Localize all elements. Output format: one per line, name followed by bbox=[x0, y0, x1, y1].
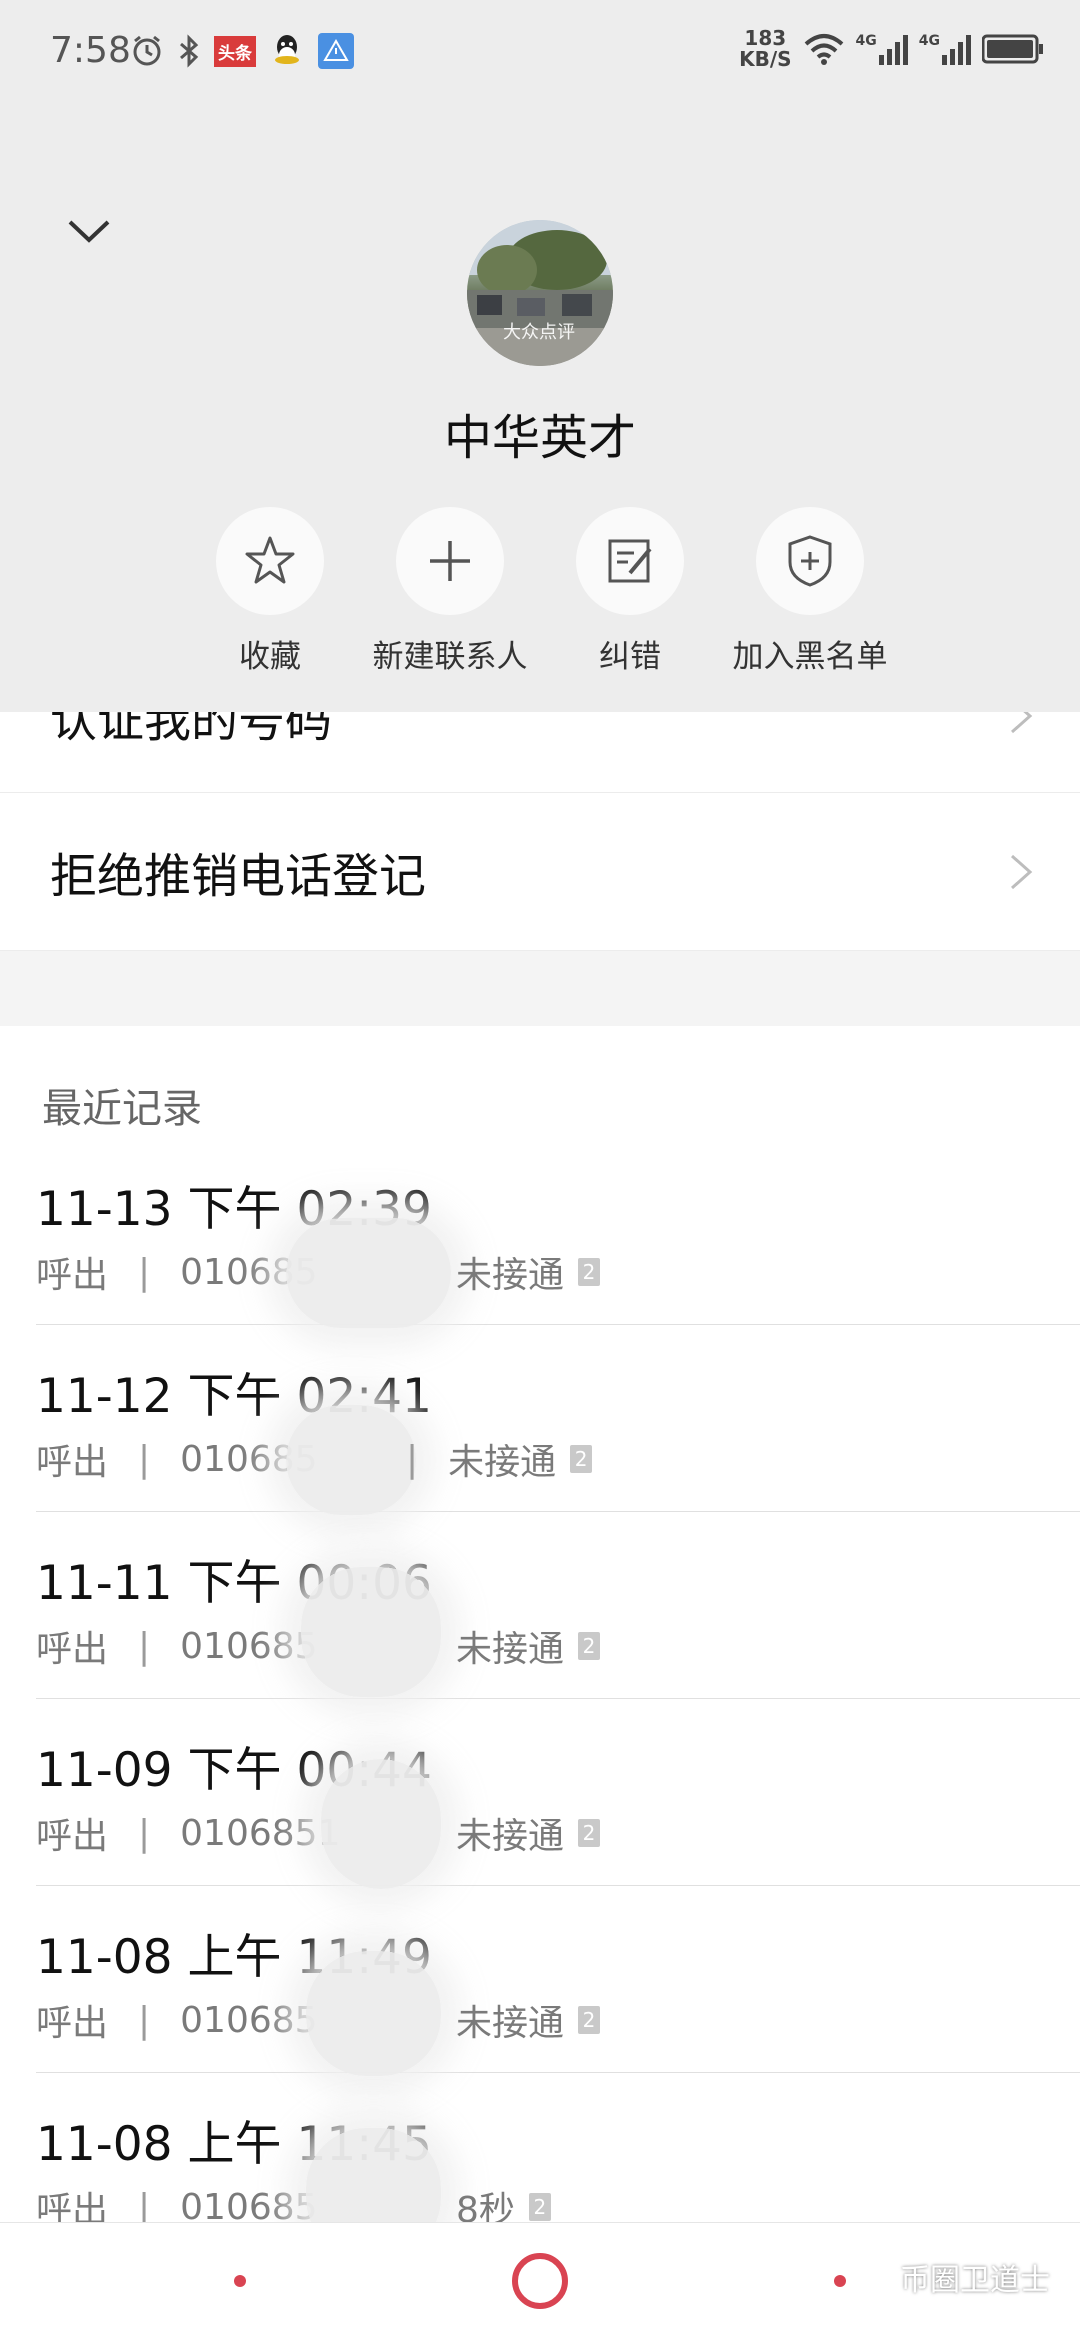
sim-badge: 2 bbox=[570, 1445, 593, 1473]
qq-icon bbox=[275, 35, 299, 64]
refuse-telemarketing-row[interactable]: 拒绝推销电话登记 bbox=[0, 793, 1080, 951]
privacy-blur bbox=[321, 1759, 441, 1889]
add-blacklist-button[interactable]: 加入黑名单 bbox=[710, 507, 910, 676]
nav-right-dot[interactable] bbox=[834, 2275, 846, 2287]
contact-header: 7:58 头条 183 KB/S 4G 4G 大众点评 中华英才 收藏 新建联系… bbox=[0, 0, 1080, 712]
call-record[interactable]: 11-13 下午 02:39 呼出 | 010685 未接通 2 bbox=[36, 1138, 1080, 1328]
privacy-blur bbox=[286, 1218, 451, 1328]
call-status: 未接通 bbox=[456, 1255, 565, 1296]
collapse-chevron-icon[interactable] bbox=[64, 212, 114, 252]
watermark: 币圈卫道士 bbox=[856, 2255, 1050, 2299]
call-number: 0106851 bbox=[180, 1812, 341, 1854]
plus-icon bbox=[430, 541, 470, 581]
edit-icon bbox=[608, 539, 652, 583]
wifi-icon bbox=[804, 34, 843, 65]
refuse-telemarketing-label: 拒绝推销电话登记 bbox=[50, 849, 426, 904]
call-direction: 呼出 bbox=[36, 1255, 109, 1296]
alarm-icon bbox=[133, 35, 161, 66]
privacy-blur bbox=[286, 1405, 416, 1515]
sim-badge: 2 bbox=[578, 1258, 601, 1286]
sim-badge: 2 bbox=[578, 2006, 601, 2034]
call-record[interactable]: 11-11 下午 00:06 呼出 | 010685 未接通 2 bbox=[36, 1512, 1080, 1699]
signal-4g-1: 4G bbox=[856, 33, 909, 65]
signal-icon bbox=[878, 35, 908, 65]
bottom-nav: 币圈卫道士 bbox=[0, 2222, 1080, 2341]
status-bar: 7:58 头条 183 KB/S 4G 4G bbox=[0, 0, 1080, 110]
call-number: 010685 bbox=[180, 1999, 318, 2041]
call-status: 未接通 bbox=[456, 1816, 565, 1857]
favorite-label: 收藏 bbox=[239, 639, 301, 675]
privacy-blur bbox=[306, 1951, 441, 2076]
call-direction: 呼出 bbox=[36, 2003, 109, 2044]
section-divider bbox=[0, 951, 1080, 1026]
sim-badge: 2 bbox=[528, 2193, 551, 2221]
call-record[interactable]: 11-08 上午 11:49 呼出 | 010685 未接通 2 bbox=[36, 1886, 1080, 2076]
star-icon bbox=[245, 536, 295, 584]
status-time: 7:58 bbox=[50, 30, 131, 71]
signal-icon bbox=[942, 35, 971, 65]
call-record[interactable]: 11-09 下午 00:44 呼出 | 0106851 未接通 2 bbox=[36, 1699, 1080, 1889]
chevron-right-icon bbox=[1011, 854, 1033, 889]
call-status: 未接通 bbox=[456, 2003, 565, 2044]
contact-avatar: 大众点评 bbox=[467, 220, 613, 366]
favorite-button[interactable]: 收藏 bbox=[170, 507, 370, 676]
privacy-blur bbox=[301, 1567, 441, 1697]
shield-plus-icon bbox=[788, 535, 832, 587]
new-contact-label: 新建联系人 bbox=[372, 639, 528, 675]
battery-icon bbox=[982, 34, 1043, 64]
bluetooth-icon bbox=[180, 34, 199, 68]
sim-badge: 2 bbox=[578, 1819, 601, 1847]
warning-app-icon bbox=[318, 33, 354, 69]
nav-left-dot[interactable] bbox=[234, 2275, 246, 2287]
call-status: 未接通 bbox=[448, 1442, 557, 1483]
call-status: 未接通 bbox=[456, 1629, 565, 1670]
correct-error-button[interactable]: 纠错 bbox=[530, 507, 730, 676]
call-record[interactable]: 11-12 下午 02:41 呼出 | 010685 | 未接通 2 bbox=[36, 1325, 1080, 1515]
sim-badge: 2 bbox=[578, 1632, 601, 1660]
contact-name: 中华英才 bbox=[443, 410, 636, 466]
call-direction: 呼出 bbox=[36, 1442, 109, 1483]
wechat-icon bbox=[857, 2263, 891, 2290]
avatar-photo-icon bbox=[467, 220, 613, 366]
call-number: 010685 bbox=[180, 1625, 318, 1667]
nav-home-button[interactable] bbox=[512, 2253, 568, 2309]
add-blacklist-label: 加入黑名单 bbox=[732, 639, 888, 675]
correct-error-label: 纠错 bbox=[599, 639, 661, 675]
avatar-watermark: 大众点评 bbox=[503, 322, 575, 343]
recent-section-title: 最近记录 bbox=[42, 1086, 202, 1132]
network-speed: 183 KB/S bbox=[739, 26, 792, 71]
call-direction: 呼出 bbox=[36, 1816, 109, 1857]
call-direction: 呼出 bbox=[36, 1629, 109, 1670]
contact-detail-content: 认证我的号码 拒绝推销电话登记 最近记录 11-13 下午 02:39 呼出 | 0… bbox=[0, 640, 1080, 2259]
news-app-icon: 头条 bbox=[214, 35, 256, 67]
recent-section-header: 最近记录 bbox=[0, 1026, 1080, 1138]
signal-4g-2: 4G bbox=[919, 33, 972, 65]
new-contact-button[interactable]: 新建联系人 bbox=[350, 507, 550, 676]
